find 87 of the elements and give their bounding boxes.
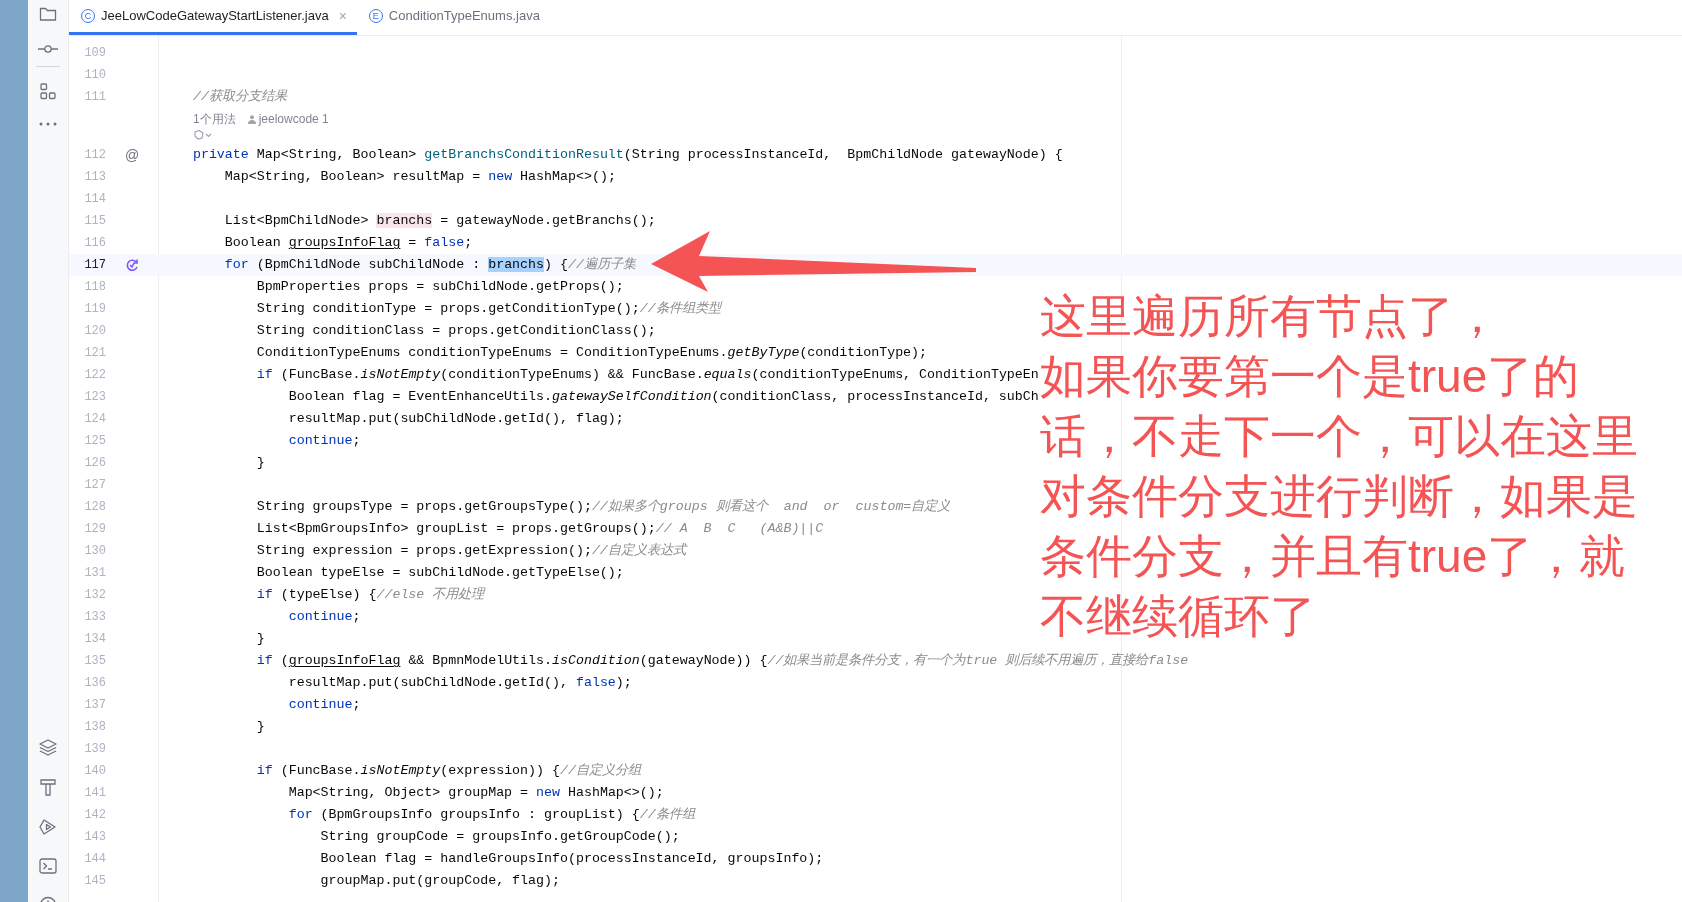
implements-marker[interactable]: @ bbox=[124, 144, 140, 166]
line-number: 119 bbox=[83, 301, 106, 318]
hammer-icon[interactable] bbox=[39, 778, 57, 796]
code-line: Map<String, Boolean> resultMap = new HashMap<>(); bbox=[223, 168, 616, 187]
line-number: 110 bbox=[83, 67, 106, 84]
line-number: 117 bbox=[83, 257, 106, 274]
person-icon bbox=[247, 114, 256, 124]
code-line: String groupsType = props.getGroupsType();//如果多个groups 则看这个 and or custom=自定义 bbox=[255, 498, 951, 517]
code-line: continue; bbox=[287, 608, 361, 627]
line-number: 127 bbox=[83, 477, 106, 494]
line-number: 125 bbox=[83, 433, 106, 450]
code-line: Boolean flag = handleGroupsInfo(processInstanceId, groupsInfo); bbox=[319, 850, 824, 869]
structure-icon[interactable] bbox=[40, 83, 56, 100]
line-number: 120 bbox=[83, 323, 106, 340]
code-line: Boolean typeElse = subChildNode.getTypeElse(); bbox=[255, 564, 624, 583]
code-line: } bbox=[255, 454, 265, 473]
folder-icon[interactable] bbox=[39, 6, 57, 22]
line-number: 141 bbox=[83, 785, 106, 802]
code-line: Boolean groupsInfoFlag = false; bbox=[223, 234, 473, 253]
code-line: resultMap.put(subChildNode.getId(), flag); bbox=[287, 410, 624, 429]
line-number: 132 bbox=[83, 587, 106, 604]
line-number: 136 bbox=[83, 675, 106, 692]
author-hint[interactable]: jeelowcode 1 bbox=[258, 110, 329, 128]
line-number: 112 bbox=[83, 147, 106, 164]
code-line: String conditionClass = props.getConditionClass(); bbox=[255, 322, 656, 341]
code-line: for (BpmChildNode subChildNode : branchs) {//遍历子集 bbox=[223, 256, 636, 275]
line-number: 114 bbox=[83, 191, 106, 208]
code-line: groupMap.put(groupCode, flag); bbox=[319, 872, 560, 891]
code-line: if (FuncBase.isNotEmpty(conditionTypeEnums) && FuncBase.equals(conditionTypeEnums, ConditionTypeEn bbox=[255, 366, 1039, 385]
line-number: 124 bbox=[83, 411, 106, 428]
code-line: if (typeElse) {//else 不用处理 bbox=[255, 586, 485, 605]
line-number: 134 bbox=[83, 631, 106, 648]
file-tab[interactable]: E ConditionTypeEnums.java bbox=[356, 0, 550, 35]
line-number: 113 bbox=[83, 169, 106, 186]
code-line: List<BpmGroupsInfo> groupList = props.getGroups();// A B C (A&B)||C bbox=[255, 520, 824, 539]
line-number: 122 bbox=[83, 367, 106, 384]
terminal-icon[interactable] bbox=[39, 858, 57, 874]
code-line: if (FuncBase.isNotEmpty(expression)) {//自定义分组 bbox=[255, 762, 641, 781]
file-tab[interactable]: C JeeLowCodeGatewayStartListener.java × bbox=[69, 0, 357, 35]
line-number: 128 bbox=[83, 499, 106, 516]
line-number: 111 bbox=[83, 89, 106, 106]
line-number: 139 bbox=[83, 741, 106, 758]
line-number: 130 bbox=[83, 543, 106, 560]
code-line: continue; bbox=[287, 696, 361, 715]
code-line: List<BpmChildNode> branchs = gatewayNode.getBranchs(); bbox=[223, 212, 656, 231]
code-line: Boolean flag = EventEnhanceUtils.gatewaySelfCondition(conditionClass, processInstanceId, subCh bbox=[287, 388, 1039, 407]
line-number: 145 bbox=[83, 873, 106, 890]
line-number: 131 bbox=[83, 565, 106, 582]
line-number: 142 bbox=[83, 807, 106, 824]
play-icon[interactable] bbox=[39, 818, 57, 836]
code-line: String groupCode = groupsInfo.getGroupCode(); bbox=[319, 828, 680, 847]
code-line: String expression = props.getExpression();//自定义表达式 bbox=[255, 542, 686, 561]
line-number: 118 bbox=[83, 279, 106, 296]
circular-arrow-icon[interactable] bbox=[125, 258, 139, 272]
line-number: 138 bbox=[83, 719, 106, 736]
code-line: private Map<String, Boolean> getBranchsConditionResult(String processInstanceId, BpmChildNode gatewayNode) { bbox=[191, 146, 1063, 165]
line-number: 116 bbox=[83, 235, 106, 252]
commit-icon[interactable] bbox=[38, 44, 58, 54]
code-line: ConditionTypeEnums conditionTypeEnums = ConditionTypeEnums.getByType(conditionType); bbox=[255, 344, 928, 363]
code-line: } bbox=[255, 718, 265, 737]
line-number: 137 bbox=[83, 697, 106, 714]
line-number: 135 bbox=[83, 653, 106, 670]
code-line: if (groupsInfoFlag && BpmnModelUtils.isCondition(gatewayNode)) {//如果当前是条件分支，有一个为true 则后续不用遍历，直接给false bbox=[255, 652, 1189, 671]
code-line: //获取分支结果 bbox=[191, 88, 287, 107]
more-icon[interactable] bbox=[39, 122, 57, 126]
line-number: 109 bbox=[83, 45, 106, 62]
hint-menu-icon[interactable] bbox=[193, 130, 213, 140]
layers-icon[interactable] bbox=[39, 739, 57, 756]
line-number: 121 bbox=[83, 345, 106, 362]
line-number: 123 bbox=[83, 389, 106, 406]
code-line: } bbox=[255, 630, 265, 649]
code-line: for (BpmGroupsInfo groupsInfo : groupList) {//条件组 bbox=[287, 806, 695, 825]
line-number: 126 bbox=[83, 455, 106, 472]
usages-hint[interactable]: 1个用法 bbox=[193, 110, 236, 128]
close-button[interactable]: × bbox=[338, 5, 347, 27]
annotation-text: 这里遍历所有节点了， 如果你要第一个是true了的 话，不走下一个，可以在这里 对条件分支进行判断，如果是 条件分支，并且有true了，就 不继续循环了 bbox=[1040, 289, 1638, 644]
code-line: Map<String, Object> groupMap = new HashMap<>(); bbox=[287, 784, 664, 803]
code-line: BpmProperties props = subChildNode.getProps(); bbox=[255, 278, 624, 297]
line-number: 133 bbox=[83, 609, 106, 626]
code-line: resultMap.put(subChildNode.getId(), false); bbox=[287, 674, 632, 693]
line-number: 115 bbox=[83, 213, 106, 230]
code-line: continue; bbox=[287, 432, 361, 451]
line-number: 143 bbox=[83, 829, 106, 846]
code-line: String conditionType = props.getConditionType();//条件组类型 bbox=[255, 300, 721, 319]
line-number: 129 bbox=[83, 521, 106, 538]
line-number: 140 bbox=[83, 763, 106, 780]
line-number: 144 bbox=[83, 851, 106, 868]
